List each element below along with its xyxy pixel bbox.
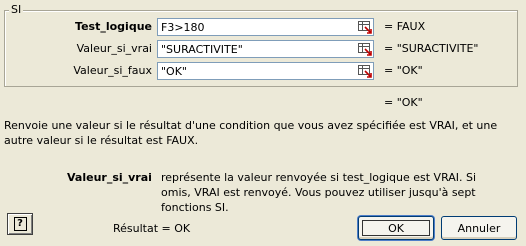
arg-result-valeur-si-faux: = "OK" — [384, 64, 423, 77]
function-description: Renvoie une valeur si le résultat d'une … — [4, 119, 498, 147]
cancel-button[interactable]: Annuler — [441, 216, 517, 240]
formula-result: = "OK" — [384, 96, 423, 109]
help-button[interactable]: ? — [7, 213, 33, 235]
collapse-dialog-icon[interactable] — [357, 63, 373, 79]
current-arg-description: représente la valeur renvoyée si test_lo… — [161, 171, 477, 214]
group-title: SI — [9, 3, 24, 16]
arg-label-valeur-si-vrai: Valeur_si_vrai — [76, 42, 152, 55]
arg-result-test-logique: = FAUX — [384, 20, 426, 33]
collapse-dialog-icon[interactable] — [357, 19, 373, 35]
valeur-si-vrai-input[interactable] — [157, 40, 374, 58]
help-icon: ? — [13, 217, 27, 231]
test-logique-input[interactable] — [157, 18, 374, 36]
arg-label-test-logique: Test_logique — [75, 20, 152, 33]
ok-button[interactable]: OK — [358, 216, 434, 240]
arg-result-valeur-si-vrai: = "SURACTIVITE" — [384, 42, 479, 55]
current-arg-name: Valeur_si_vrai — [67, 171, 152, 184]
collapse-dialog-icon[interactable] — [357, 41, 373, 57]
result-text: Résultat = OK — [113, 222, 191, 235]
valeur-si-faux-input[interactable] — [157, 62, 374, 80]
arg-label-valeur-si-faux: Valeur_si_faux — [73, 64, 152, 77]
